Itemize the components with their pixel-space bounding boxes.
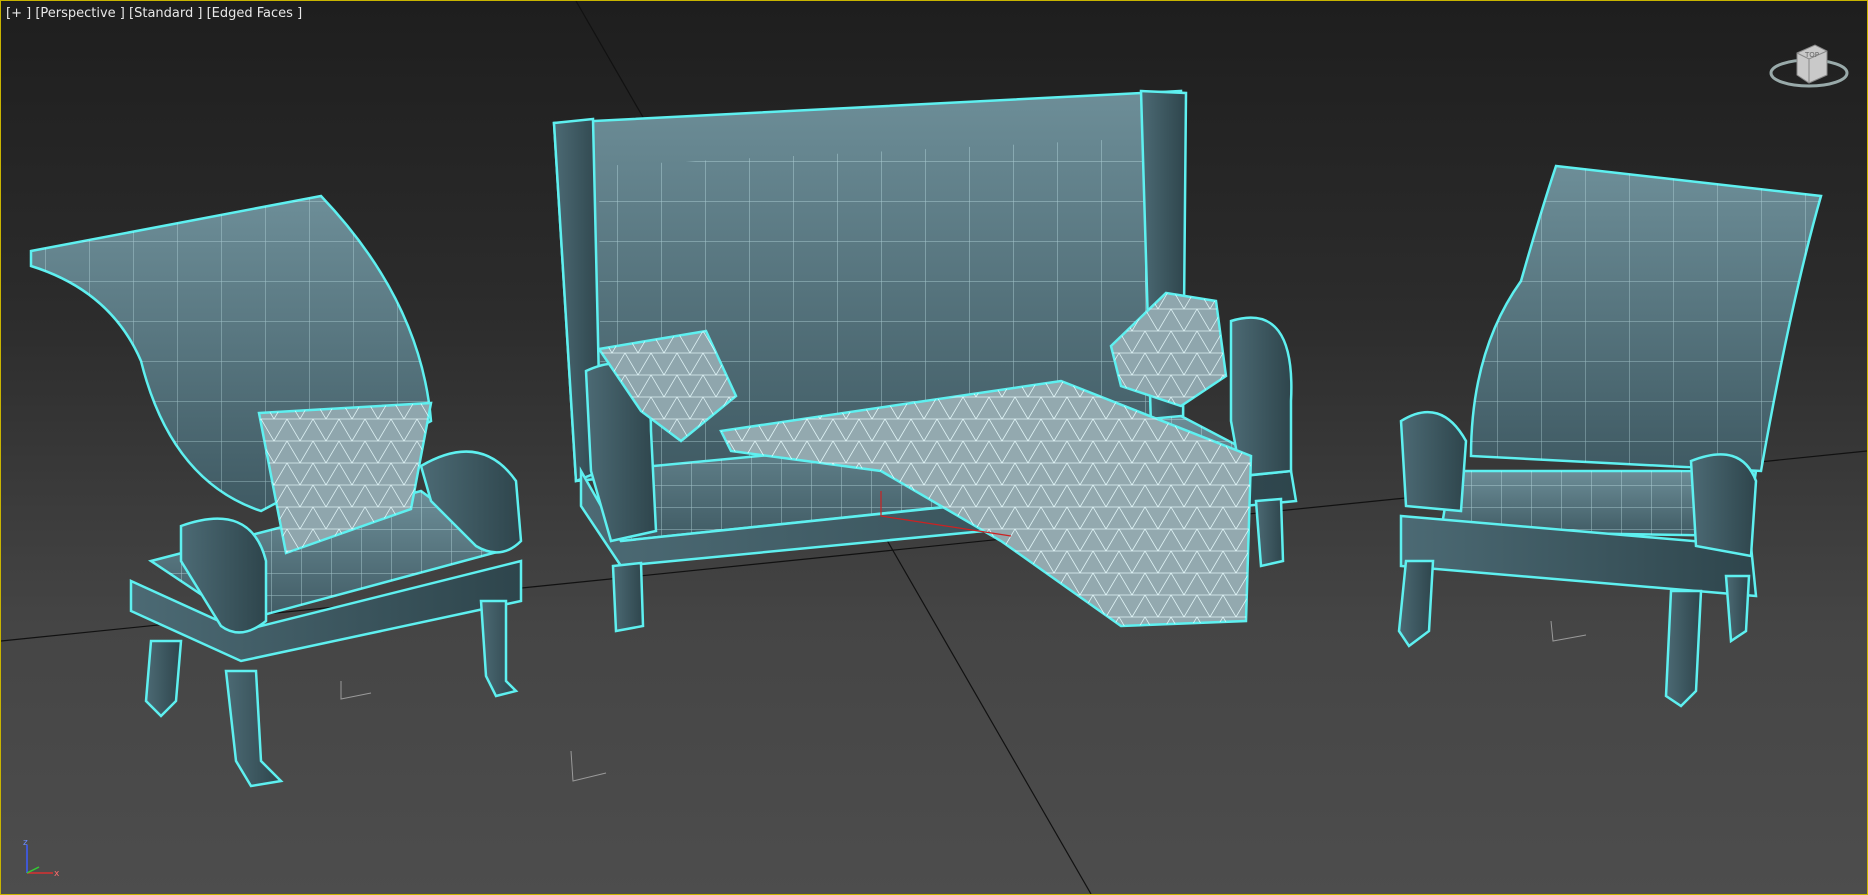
viewport-shading-menu[interactable]: [Standard ]	[129, 6, 202, 21]
viewport-edges-menu[interactable]: [Edged Faces ]	[207, 6, 303, 21]
viewcube-icon[interactable]: TOP	[1767, 31, 1851, 95]
axis-x-label: x	[54, 869, 60, 879]
viewcube-face-label: TOP	[1804, 51, 1819, 59]
viewport-label[interactable]: [+ ] [Perspective ] [Standard ] [Edged F…	[6, 6, 302, 21]
armchair-left[interactable]	[29, 194, 523, 788]
armchair-right[interactable]	[1397, 164, 1823, 708]
viewport-view-menu[interactable]: [Perspective ]	[35, 6, 125, 21]
scene-canvas[interactable]	[1, 1, 1867, 894]
viewport-menu-plus[interactable]: [+ ]	[6, 6, 31, 21]
perspective-viewport[interactable]: [+ ] [Perspective ] [Standard ] [Edged F…	[0, 0, 1868, 895]
sofa[interactable]	[552, 89, 1298, 633]
axis-z-label: z	[23, 838, 28, 848]
axis-tripod-icon: z x	[23, 838, 60, 879]
pivot-gizmos	[340, 491, 1587, 782]
